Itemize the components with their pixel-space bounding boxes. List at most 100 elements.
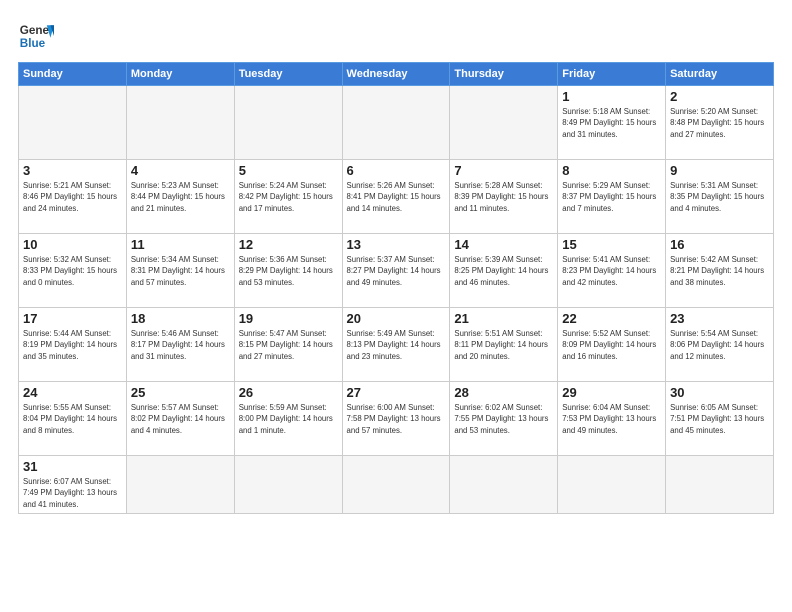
day-cell: 27 Sunrise: 6:00 AM Sunset: 7:58 PM Dayli… bbox=[342, 382, 450, 456]
days-header-row: SundayMondayTuesdayWednesdayThursdayFrid… bbox=[19, 63, 774, 86]
week-row-3: 17Sunrise: 5:44 AM Sunset: 8:19 PM Dayli… bbox=[19, 308, 774, 382]
day-cell: 9Sunrise: 5:31 AM Sunset: 8:35 PM Daylig… bbox=[666, 160, 774, 234]
day-number: 16 bbox=[670, 237, 769, 252]
day-info: Sunrise: 5:21 AM Sunset: 8:46 PM Dayligh… bbox=[23, 180, 122, 214]
day-info: Sunrise: 5:47 AM Sunset: 8:15 PM Dayligh… bbox=[239, 328, 338, 362]
day-cell: 23Sunrise: 5:54 AM Sunset: 8:06 PM Dayli… bbox=[666, 308, 774, 382]
svg-text:Blue: Blue bbox=[20, 37, 46, 50]
day-info: Sunrise: 5:26 AM Sunset: 8:41 PM Dayligh… bbox=[347, 180, 446, 214]
header: General Blue bbox=[18, 18, 774, 54]
day-header-monday: Monday bbox=[126, 63, 234, 86]
day-number: 28 bbox=[454, 385, 553, 400]
logo: General Blue bbox=[18, 18, 58, 54]
day-number: 21 bbox=[454, 311, 553, 326]
day-header-thursday: Thursday bbox=[450, 63, 558, 86]
day-header-wednesday: Wednesday bbox=[342, 63, 450, 86]
logo-icon: General Blue bbox=[18, 18, 54, 54]
day-cell bbox=[19, 86, 127, 160]
day-cell bbox=[234, 456, 342, 514]
day-cell bbox=[450, 86, 558, 160]
day-info: Sunrise: 6:07 AM Sunset: 7:49 PM Dayligh… bbox=[23, 476, 122, 510]
day-cell: 4 Sunrise: 5:23 AM Sunset: 8:44 PM Daylig… bbox=[126, 160, 234, 234]
day-number: 25 bbox=[131, 385, 230, 400]
day-number: 31 bbox=[23, 459, 122, 474]
day-info: Sunrise: 5:54 AM Sunset: 8:06 PM Dayligh… bbox=[670, 328, 769, 362]
week-row-1: 3Sunrise: 5:21 AM Sunset: 8:46 PM Daylig… bbox=[19, 160, 774, 234]
day-number: 30 bbox=[670, 385, 769, 400]
day-cell: 28 Sunrise: 6:02 AM Sunset: 7:55 PM Dayli… bbox=[450, 382, 558, 456]
day-cell: 21 Sunrise: 5:51 AM Sunset: 8:11 PM Dayli… bbox=[450, 308, 558, 382]
day-info: Sunrise: 5:24 AM Sunset: 8:42 PM Dayligh… bbox=[239, 180, 338, 214]
day-info: Sunrise: 5:44 AM Sunset: 8:19 PM Dayligh… bbox=[23, 328, 122, 362]
day-cell: 16 Sunrise: 5:42 AM Sunset: 8:21 PM Dayli… bbox=[666, 234, 774, 308]
day-number: 20 bbox=[347, 311, 446, 326]
day-cell: 11 Sunrise: 5:34 AM Sunset: 8:31 PM Dayli… bbox=[126, 234, 234, 308]
day-cell: 7Sunrise: 5:28 AM Sunset: 8:39 PM Daylig… bbox=[450, 160, 558, 234]
day-number: 27 bbox=[347, 385, 446, 400]
day-number: 9 bbox=[670, 163, 769, 178]
day-cell: 5Sunrise: 5:24 AM Sunset: 8:42 PM Daylig… bbox=[234, 160, 342, 234]
day-cell bbox=[126, 86, 234, 160]
day-info: Sunrise: 5:34 AM Sunset: 8:31 PM Dayligh… bbox=[131, 254, 230, 288]
day-cell bbox=[558, 456, 666, 514]
day-cell: 17Sunrise: 5:44 AM Sunset: 8:19 PM Dayli… bbox=[19, 308, 127, 382]
day-number: 2 bbox=[670, 89, 769, 104]
day-info: Sunrise: 5:52 AM Sunset: 8:09 PM Dayligh… bbox=[562, 328, 661, 362]
week-row-2: 10Sunrise: 5:32 AM Sunset: 8:33 PM Dayli… bbox=[19, 234, 774, 308]
day-info: Sunrise: 5:42 AM Sunset: 8:21 PM Dayligh… bbox=[670, 254, 769, 288]
day-number: 4 bbox=[131, 163, 230, 178]
day-number: 14 bbox=[454, 237, 553, 252]
day-number: 24 bbox=[23, 385, 122, 400]
day-header-saturday: Saturday bbox=[666, 63, 774, 86]
day-info: Sunrise: 5:36 AM Sunset: 8:29 PM Dayligh… bbox=[239, 254, 338, 288]
day-number: 26 bbox=[239, 385, 338, 400]
day-cell bbox=[450, 456, 558, 514]
day-number: 15 bbox=[562, 237, 661, 252]
day-info: Sunrise: 6:05 AM Sunset: 7:51 PM Dayligh… bbox=[670, 402, 769, 436]
day-info: Sunrise: 5:41 AM Sunset: 8:23 PM Dayligh… bbox=[562, 254, 661, 288]
day-info: Sunrise: 6:02 AM Sunset: 7:55 PM Dayligh… bbox=[454, 402, 553, 436]
day-cell: 19 Sunrise: 5:47 AM Sunset: 8:15 PM Dayli… bbox=[234, 308, 342, 382]
day-cell bbox=[126, 456, 234, 514]
day-number: 1 bbox=[562, 89, 661, 104]
day-cell: 29 Sunrise: 6:04 AM Sunset: 7:53 PM Dayli… bbox=[558, 382, 666, 456]
day-cell: 3Sunrise: 5:21 AM Sunset: 8:46 PM Daylig… bbox=[19, 160, 127, 234]
day-cell: 6 Sunrise: 5:26 AM Sunset: 8:41 PM Daylig… bbox=[342, 160, 450, 234]
day-info: Sunrise: 5:46 AM Sunset: 8:17 PM Dayligh… bbox=[131, 328, 230, 362]
day-info: Sunrise: 5:32 AM Sunset: 8:33 PM Dayligh… bbox=[23, 254, 122, 288]
day-cell: 31 Sunrise: 6:07 AM Sunset: 7:49 PM Dayli… bbox=[19, 456, 127, 514]
day-cell: 10Sunrise: 5:32 AM Sunset: 8:33 PM Dayli… bbox=[19, 234, 127, 308]
day-number: 6 bbox=[347, 163, 446, 178]
day-info: Sunrise: 6:00 AM Sunset: 7:58 PM Dayligh… bbox=[347, 402, 446, 436]
day-cell: 15 Sunrise: 5:41 AM Sunset: 8:23 PM Dayli… bbox=[558, 234, 666, 308]
calendar-table: SundayMondayTuesdayWednesdayThursdayFrid… bbox=[18, 62, 774, 514]
day-number: 11 bbox=[131, 237, 230, 252]
week-row-5: 31 Sunrise: 6:07 AM Sunset: 7:49 PM Dayli… bbox=[19, 456, 774, 514]
day-cell: 14 Sunrise: 5:39 AM Sunset: 8:25 PM Dayli… bbox=[450, 234, 558, 308]
day-cell: 2 Sunrise: 5:20 AM Sunset: 8:48 PM Daylig… bbox=[666, 86, 774, 160]
day-header-sunday: Sunday bbox=[19, 63, 127, 86]
day-info: Sunrise: 5:57 AM Sunset: 8:02 PM Dayligh… bbox=[131, 402, 230, 436]
day-info: Sunrise: 5:49 AM Sunset: 8:13 PM Dayligh… bbox=[347, 328, 446, 362]
day-cell bbox=[666, 456, 774, 514]
day-cell: 20 Sunrise: 5:49 AM Sunset: 8:13 PM Dayli… bbox=[342, 308, 450, 382]
day-cell: 18Sunrise: 5:46 AM Sunset: 8:17 PM Dayli… bbox=[126, 308, 234, 382]
day-number: 29 bbox=[562, 385, 661, 400]
day-number: 19 bbox=[239, 311, 338, 326]
day-cell: 26Sunrise: 5:59 AM Sunset: 8:00 PM Dayli… bbox=[234, 382, 342, 456]
day-cell: 12 Sunrise: 5:36 AM Sunset: 8:29 PM Dayli… bbox=[234, 234, 342, 308]
day-cell: 8Sunrise: 5:29 AM Sunset: 8:37 PM Daylig… bbox=[558, 160, 666, 234]
day-cell: 1Sunrise: 5:18 AM Sunset: 8:49 PM Daylig… bbox=[558, 86, 666, 160]
day-cell: 30 Sunrise: 6:05 AM Sunset: 7:51 PM Dayli… bbox=[666, 382, 774, 456]
day-info: Sunrise: 6:04 AM Sunset: 7:53 PM Dayligh… bbox=[562, 402, 661, 436]
page: General Blue SundayMondayTuesdayWednesda… bbox=[0, 0, 792, 612]
day-info: Sunrise: 5:29 AM Sunset: 8:37 PM Dayligh… bbox=[562, 180, 661, 214]
day-info: Sunrise: 5:39 AM Sunset: 8:25 PM Dayligh… bbox=[454, 254, 553, 288]
day-cell: 24Sunrise: 5:55 AM Sunset: 8:04 PM Dayli… bbox=[19, 382, 127, 456]
day-info: Sunrise: 5:20 AM Sunset: 8:48 PM Dayligh… bbox=[670, 106, 769, 140]
day-number: 13 bbox=[347, 237, 446, 252]
day-info: Sunrise: 5:51 AM Sunset: 8:11 PM Dayligh… bbox=[454, 328, 553, 362]
day-info: Sunrise: 5:28 AM Sunset: 8:39 PM Dayligh… bbox=[454, 180, 553, 214]
day-info: Sunrise: 5:23 AM Sunset: 8:44 PM Dayligh… bbox=[131, 180, 230, 214]
day-number: 12 bbox=[239, 237, 338, 252]
